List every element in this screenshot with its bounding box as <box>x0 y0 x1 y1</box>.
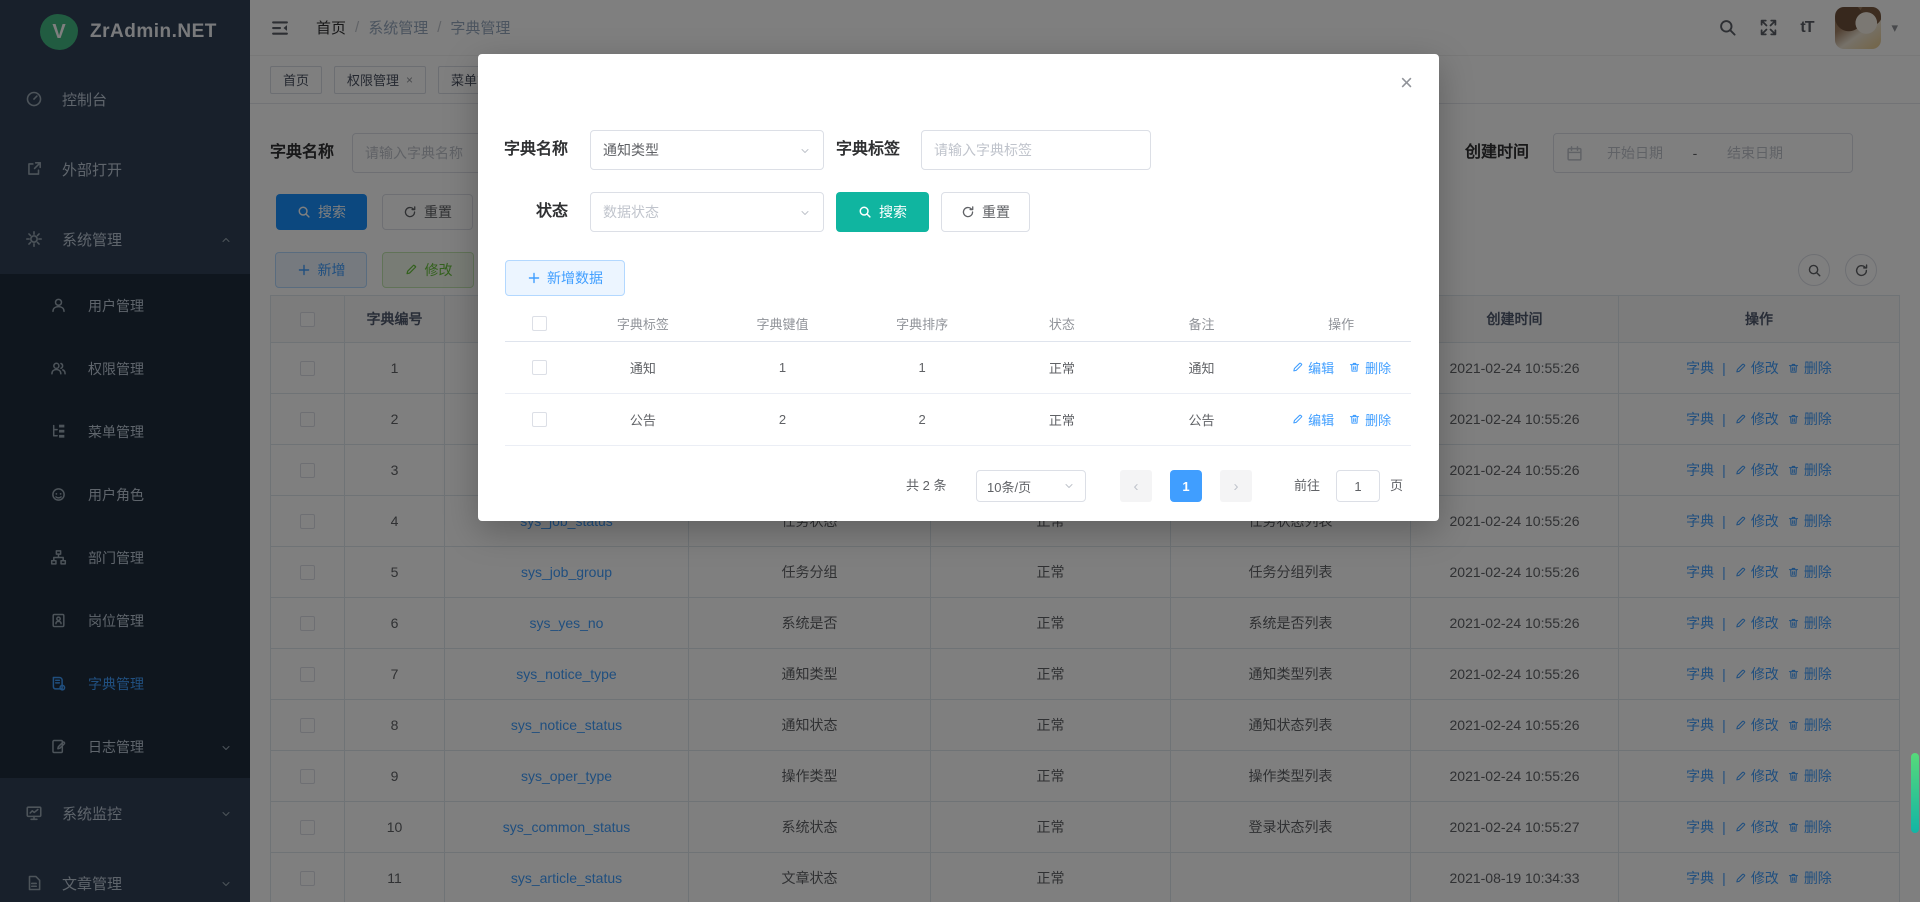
app-root: V ZrAdmin.NET 控制台 外部打开 系统管理 <box>0 0 1920 902</box>
status-label: 状态 <box>478 192 581 232</box>
goto-page-label: 前往 <box>1294 470 1320 502</box>
row-checkbox[interactable] <box>505 394 573 445</box>
dict-name-select[interactable]: 通知类型 <box>590 130 824 170</box>
cell-remark: 通知 <box>1132 342 1272 393</box>
header-dict-label: 字典标签 <box>573 306 713 341</box>
table-row: 公告22正常公告 编辑 删除 <box>505 394 1411 446</box>
header-status: 状态 <box>992 306 1132 341</box>
cell-status: 正常 <box>992 394 1132 445</box>
refresh-icon <box>961 205 975 219</box>
dict-data-table: 字典标签 字典键值 字典排序 状态 备注 操作 通知11正常通知 编辑 删除公告… <box>505 306 1411 446</box>
close-icon[interactable]: × <box>1400 72 1413 94</box>
cell-operation: 编辑 删除 <box>1271 394 1411 445</box>
cell-status: 正常 <box>992 342 1132 393</box>
pagination-total: 共 2 条 <box>906 470 946 502</box>
dict-data-dialog: × 字典名称 通知类型 字典标签 请输入字典标签 状态 数据状态 搜索 <box>478 54 1439 521</box>
table-row: 通知11正常通知 编辑 删除 <box>505 342 1411 394</box>
cell-dict-value: 1 <box>713 342 853 393</box>
page-1-button[interactable]: 1 <box>1170 470 1202 502</box>
cell-operation: 编辑 删除 <box>1271 342 1411 393</box>
row-delete-link[interactable]: 删除 <box>1348 358 1391 377</box>
scrollbar-thumb[interactable] <box>1911 753 1919 833</box>
cell-dict-value: 2 <box>713 394 853 445</box>
table-body: 通知11正常通知 编辑 删除公告22正常公告 编辑 删除 <box>505 342 1411 446</box>
dict-name-label: 字典名称 <box>478 130 581 170</box>
cell-dict-label: 通知 <box>573 342 713 393</box>
dict-label-label: 字典标签 <box>836 130 900 170</box>
dict-label-input[interactable]: 请输入字典标签 <box>921 130 1151 170</box>
modal-reset-button[interactable]: 重置 <box>941 192 1030 232</box>
row-checkbox[interactable] <box>505 342 573 393</box>
chevron-down-icon <box>799 206 811 218</box>
add-data-button[interactable]: 新增数据 <box>505 260 625 296</box>
chevron-down-icon <box>799 144 811 156</box>
cell-dict-label: 公告 <box>573 394 713 445</box>
plus-icon <box>527 271 541 285</box>
row-delete-link[interactable]: 删除 <box>1348 410 1391 429</box>
goto-page-input[interactable]: 1 <box>1336 470 1380 502</box>
header-remark: 备注 <box>1132 306 1272 341</box>
modal-search-button[interactable]: 搜索 <box>836 192 929 232</box>
table-header-row: 字典标签 字典键值 字典排序 状态 备注 操作 <box>505 306 1411 342</box>
header-dict-sort: 字典排序 <box>852 306 992 341</box>
cell-dict-sort: 1 <box>852 342 992 393</box>
search-icon <box>858 205 872 219</box>
next-page-button[interactable]: › <box>1220 470 1252 502</box>
page-unit-label: 页 <box>1390 470 1403 502</box>
row-edit-link[interactable]: 编辑 <box>1291 410 1334 429</box>
page-size-select[interactable]: 10条/页 <box>976 470 1086 502</box>
header-operation: 操作 <box>1271 306 1411 341</box>
chevron-down-icon <box>1063 480 1075 492</box>
header-dict-value: 字典键值 <box>713 306 853 341</box>
cell-remark: 公告 <box>1132 394 1272 445</box>
prev-page-button[interactable]: ‹ <box>1120 470 1152 502</box>
status-select[interactable]: 数据状态 <box>590 192 824 232</box>
select-all-checkbox[interactable] <box>505 306 573 341</box>
row-edit-link[interactable]: 编辑 <box>1291 358 1334 377</box>
cell-dict-sort: 2 <box>852 394 992 445</box>
